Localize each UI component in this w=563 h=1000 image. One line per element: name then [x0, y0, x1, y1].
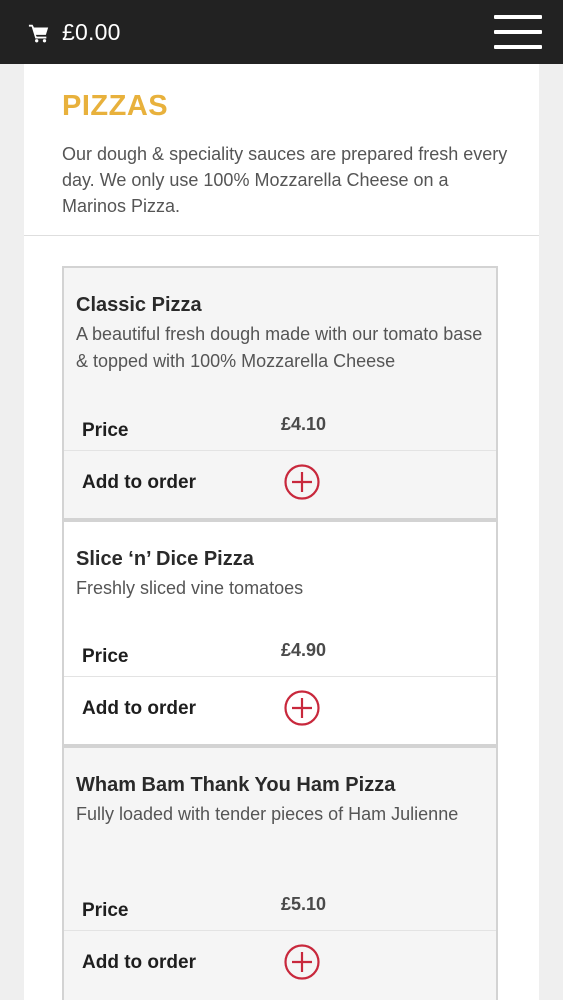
divider — [64, 676, 496, 677]
menu-line — [494, 15, 542, 19]
product-name: Classic Pizza — [76, 294, 202, 316]
product-card: Slice ‘n’ Dice Pizza Freshly sliced vine… — [62, 520, 498, 746]
menu-line — [494, 45, 542, 49]
product-description: Fully loaded with tender pieces of Ham J… — [76, 804, 459, 824]
product-name: Wham Bam Thank You Ham Pizza — [76, 774, 396, 796]
add-to-order-label: Add to order — [82, 472, 196, 493]
menu-line — [494, 30, 542, 34]
price-label: Price — [82, 900, 129, 921]
product-price: £4.10 — [281, 414, 327, 434]
price-label: Price — [82, 646, 129, 667]
product-name: Slice ‘n’ Dice Pizza — [76, 548, 254, 570]
add-to-order-button[interactable] — [284, 690, 320, 726]
add-circle-icon — [284, 944, 320, 980]
menu-section: PIZZAS Our dough & speciality sauces are… — [24, 64, 539, 1000]
add-to-order-label: Add to order — [82, 952, 196, 973]
add-circle-icon — [284, 690, 320, 726]
product-description: Freshly sliced vine tomatoes — [76, 578, 304, 598]
divider — [64, 930, 496, 931]
cart-summary[interactable]: £0.00 — [28, 19, 121, 46]
add-to-order-label: Add to order — [82, 698, 196, 719]
price-label: Price — [82, 420, 129, 441]
add-to-order-button[interactable] — [284, 464, 320, 500]
section-intro: Our dough & speciality sauces are prepar… — [62, 144, 508, 216]
add-circle-icon — [284, 464, 320, 500]
product-card: Classic Pizza A beautiful fresh dough ma… — [62, 266, 498, 520]
product-card: Wham Bam Thank You Ham Pizza Fully loade… — [62, 746, 498, 1000]
top-bar: £0.00 — [0, 0, 563, 64]
hamburger-menu-icon[interactable] — [494, 15, 542, 49]
product-price: £4.90 — [281, 640, 327, 660]
section-header: PIZZAS Our dough & speciality sauces are… — [24, 64, 539, 236]
shopping-cart-icon — [28, 24, 49, 42]
product-description: A beautiful fresh dough made with our to… — [76, 324, 483, 371]
add-to-order-button[interactable] — [284, 944, 320, 980]
product-price: £5.10 — [281, 894, 327, 914]
cart-total: £0.00 — [62, 19, 121, 45]
page-title: PIZZAS — [62, 90, 169, 122]
divider — [64, 450, 496, 451]
